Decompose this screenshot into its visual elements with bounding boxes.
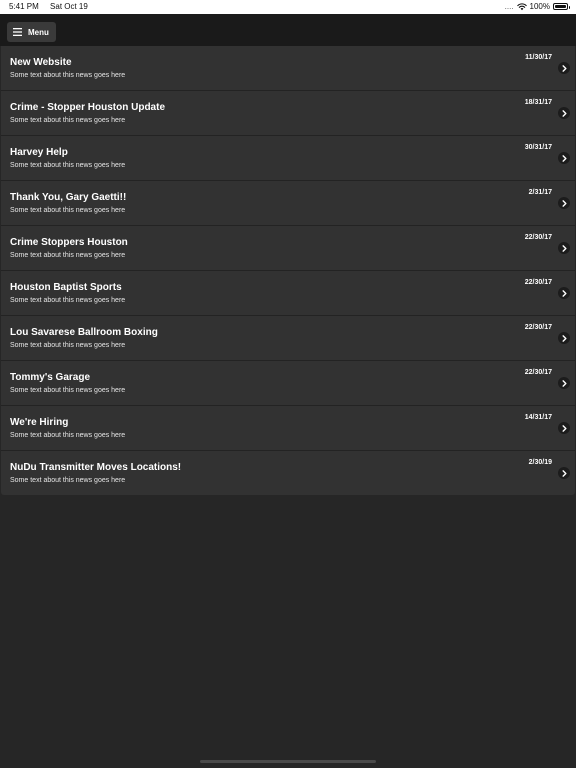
chevron-right-icon[interactable]: [558, 332, 570, 344]
chevron-right-icon[interactable]: [558, 377, 570, 389]
chevron-right-icon[interactable]: [558, 152, 570, 164]
status-indicators: .... 100%: [504, 2, 570, 11]
home-indicator[interactable]: [200, 760, 376, 763]
status-bar: 5:41 PM Sat Oct 19 .... 100%: [0, 0, 576, 14]
news-item[interactable]: Thank You, Gary Gaetti!! Some text about…: [1, 181, 575, 226]
status-time-date: 5:41 PM Sat Oct 19: [9, 2, 97, 11]
news-item[interactable]: Tommy's Garage Some text about this news…: [1, 361, 575, 406]
news-summary: Some text about this news goes here: [10, 432, 126, 439]
news-date: 22/30/17: [524, 369, 552, 376]
news-summary: Some text about this news goes here: [10, 252, 126, 259]
news-title: Crime Stoppers Houston: [10, 237, 128, 248]
news-title: New Website: [10, 57, 72, 68]
battery-icon: [553, 3, 570, 10]
news-summary: Some text about this news goes here: [10, 342, 126, 349]
chevron-right-icon[interactable]: [558, 287, 570, 299]
news-item[interactable]: NuDu Transmitter Moves Locations! Some t…: [1, 451, 575, 495]
menu-button[interactable]: Menu: [7, 22, 56, 42]
news-date: 2/31/17: [528, 189, 552, 196]
news-title: NuDu Transmitter Moves Locations!: [10, 462, 182, 473]
news-title: We're Hiring: [10, 417, 69, 428]
news-summary: Some text about this news goes here: [10, 72, 126, 79]
chevron-right-icon[interactable]: [558, 467, 570, 479]
chevron-right-icon[interactable]: [558, 242, 570, 254]
menu-label: Menu: [28, 27, 49, 37]
news-date: 22/30/17: [524, 279, 552, 286]
chevron-right-icon[interactable]: [558, 422, 570, 434]
top-header: Menu: [0, 14, 576, 46]
news-item[interactable]: Crime - Stopper Houston Update Some text…: [1, 91, 575, 136]
news-summary: Some text about this news goes here: [10, 117, 126, 124]
news-title: Crime - Stopper Houston Update: [10, 102, 166, 113]
news-date: 18/31/17: [524, 99, 552, 106]
news-date: 14/31/17: [524, 414, 552, 421]
news-item[interactable]: Lou Savarese Ballroom Boxing Some text a…: [1, 316, 575, 361]
news-date: 22/30/17: [524, 324, 552, 331]
wifi-icon: [516, 2, 527, 10]
news-title: Harvey Help: [10, 147, 68, 158]
news-title: Tommy's Garage: [10, 372, 90, 383]
news-list: New Website Some text about this news go…: [1, 46, 575, 495]
news-item[interactable]: Crime Stoppers Houston Some text about t…: [1, 226, 575, 271]
news-summary: Some text about this news goes here: [10, 207, 126, 214]
news-summary: Some text about this news goes here: [10, 297, 126, 304]
news-date: 30/31/17: [524, 144, 552, 151]
chevron-right-icon[interactable]: [558, 62, 570, 74]
news-item[interactable]: New Website Some text about this news go…: [1, 46, 575, 91]
news-title: Houston Baptist Sports: [10, 282, 122, 293]
status-date: Sat Oct 19: [50, 2, 88, 11]
news-item[interactable]: Harvey Help Some text about this news go…: [1, 136, 575, 181]
news-summary: Some text about this news goes here: [10, 477, 126, 484]
chevron-right-icon[interactable]: [558, 197, 570, 209]
status-time: 5:41 PM: [9, 2, 39, 11]
news-date: 22/30/17: [524, 234, 552, 241]
news-date: 11/30/17: [525, 54, 552, 61]
news-title: Thank You, Gary Gaetti!!: [10, 192, 127, 203]
signal-dots: ....: [504, 2, 514, 11]
news-summary: Some text about this news goes here: [10, 162, 126, 169]
news-date: 2/30/19: [528, 459, 552, 466]
news-title: Lou Savarese Ballroom Boxing: [10, 327, 158, 338]
chevron-right-icon[interactable]: [558, 107, 570, 119]
news-item[interactable]: We're Hiring Some text about this news g…: [1, 406, 575, 451]
battery-percent: 100%: [529, 2, 550, 11]
news-summary: Some text about this news goes here: [10, 387, 126, 394]
news-item[interactable]: Houston Baptist Sports Some text about t…: [1, 271, 575, 316]
hamburger-icon: [13, 28, 22, 36]
